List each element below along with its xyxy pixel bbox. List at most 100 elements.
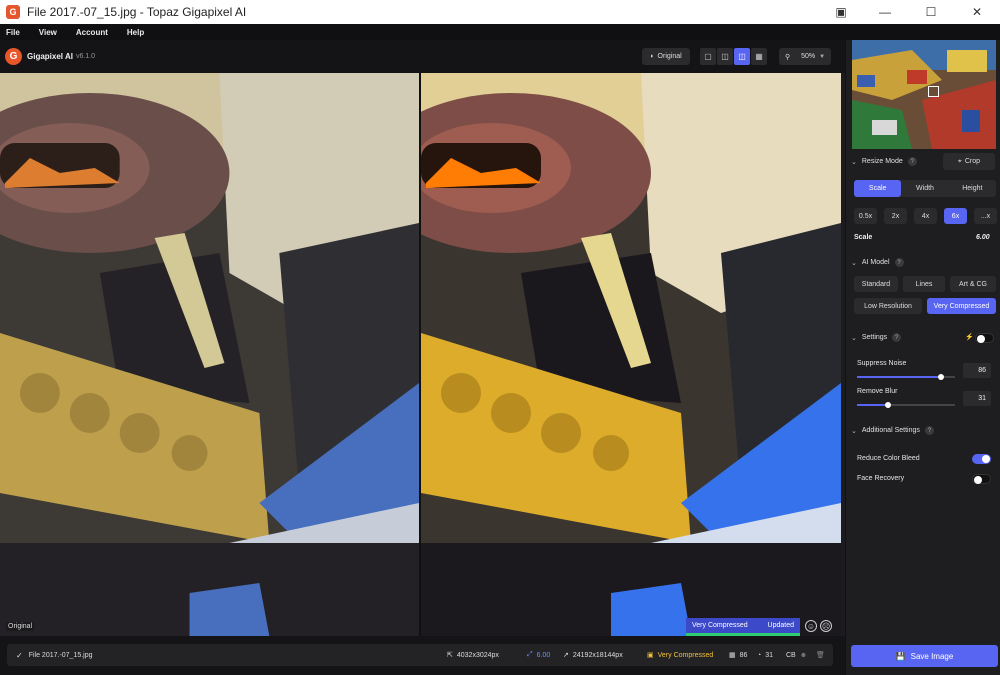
tab-height[interactable]: Height <box>949 180 996 197</box>
help-icon[interactable]: ? <box>924 426 934 435</box>
cb-badge: CB <box>786 651 796 659</box>
original-toggle-button[interactable]: ◐ Original <box>642 48 690 65</box>
suppress-noise-fill <box>857 376 942 378</box>
settings-auto-toggle[interactable] <box>975 333 994 343</box>
view-mode-group: ▢ ◫ ◫ ▦ <box>700 48 767 65</box>
blur-group: ◔ 31 <box>757 644 773 666</box>
menu-bar: File View Account Help <box>0 24 1000 40</box>
suppress-noise-label: Suppress Noise <box>857 360 907 367</box>
settings-sidebar: ⌄ Resize Mode ? ⌖ Crop Scale Width Heigh… <box>845 40 1000 675</box>
menu-help[interactable]: Help <box>127 28 144 37</box>
scale-chip-custom[interactable]: ...x <box>974 208 997 224</box>
suppress-noise-handle[interactable] <box>938 374 944 380</box>
tab-width[interactable]: Width <box>901 180 948 197</box>
menu-account[interactable]: Account <box>76 28 108 37</box>
status-model: Very Compressed <box>692 622 748 629</box>
file-queue-row[interactable]: ✓ File 2017.-07_15.jpg ⇱ 4032x3024px ⤢ 6… <box>7 644 833 666</box>
settings-header[interactable]: ⌄ Settings ? <box>851 333 902 342</box>
reduce-color-bleed-toggle[interactable] <box>972 454 991 464</box>
scale-chip-6x[interactable]: 6x <box>944 208 967 224</box>
scale-chip-4x[interactable]: 4x <box>914 208 937 224</box>
ai-model-header[interactable]: ⌄ AI Model ? <box>851 258 904 267</box>
help-icon[interactable]: ? <box>894 258 904 267</box>
zoom-dropdown[interactable]: ⚲ 50% ▼ <box>779 48 831 65</box>
trash-icon[interactable]: 🗑 <box>816 651 825 659</box>
input-size: 4032x3024px <box>456 651 499 659</box>
crop-button[interactable]: ⌖ Crop <box>943 153 995 170</box>
menu-file[interactable]: File <box>6 28 20 37</box>
additional-settings-title: Additional Settings <box>861 427 920 434</box>
compact-mode-icon[interactable]: ▣ <box>826 0 856 24</box>
help-icon[interactable]: ? <box>907 157 917 166</box>
maximize-button[interactable]: ☐ <box>908 0 954 24</box>
original-image-pane[interactable]: Original <box>0 73 419 636</box>
chevron-down-icon: ▼ <box>819 53 826 60</box>
model-lines-button[interactable]: Lines <box>903 276 945 292</box>
help-icon[interactable]: ? <box>892 333 902 342</box>
scale-label: Scale <box>854 234 873 241</box>
resolution-icon: ⇱ <box>447 652 453 659</box>
remove-blur-slider[interactable] <box>857 402 955 408</box>
blur-icon: ◔ <box>757 651 762 659</box>
close-button[interactable]: ✕ <box>954 0 1000 24</box>
app-version: v6.1.0 <box>75 53 96 60</box>
side-by-side-view-icon[interactable]: ◫ <box>734 48 750 65</box>
remove-blur-fill <box>857 404 888 406</box>
resize-mode-tabs: Scale Width Height <box>854 180 996 197</box>
checkmark-icon[interactable]: ✓ <box>16 651 23 660</box>
face-recovery-toggle[interactable] <box>972 474 991 484</box>
resize-mode-header[interactable]: ⌄ Resize Mode ? <box>851 157 917 166</box>
menu-view[interactable]: View <box>39 28 57 37</box>
chevron-down-icon: ⌄ <box>851 259 857 267</box>
output-size-icon: ↗ <box>563 652 569 659</box>
feedback-group: ☺ ☹ <box>805 620 832 632</box>
navigator-thumbnail[interactable] <box>852 40 996 149</box>
model-art-cg-button[interactable]: Art & CG <box>950 276 996 292</box>
model-low-resolution-button[interactable]: Low Resolution <box>854 298 922 314</box>
save-icon: 💾 <box>895 651 906 661</box>
model-status-strip: Very Compressed Updated <box>686 618 800 636</box>
save-image-label: Save Image <box>910 651 954 661</box>
model-standard-button[interactable]: Standard <box>854 276 898 292</box>
viewport-indicator[interactable] <box>928 86 939 97</box>
scale-value: 6.00 <box>536 651 551 659</box>
remove-blur-input[interactable]: 31 <box>963 391 991 406</box>
settings-title: Settings <box>861 334 888 341</box>
noise-icon: ▦ <box>729 652 736 659</box>
scale-group: ⤢ 6.00 <box>527 644 550 666</box>
title-bar: G File 2017.-07_15.jpg - Topaz Gigapixel… <box>0 0 1000 24</box>
minimize-button[interactable]: — <box>862 0 908 24</box>
suppress-noise-slider[interactable] <box>857 374 955 380</box>
split-view-icon[interactable]: ◫ <box>717 48 733 65</box>
remove-blur-label: Remove Blur <box>857 388 898 395</box>
model-name: Very Compressed <box>657 651 714 659</box>
chevron-down-icon: ⌄ <box>851 158 857 166</box>
image-viewer[interactable]: Original Very Compressed Updated ☺ ☹ <box>0 73 841 636</box>
grid-view-icon[interactable]: ▦ <box>751 48 767 65</box>
window-controls: ▣ — ☐ ✕ <box>826 0 1000 24</box>
remove-blur-handle[interactable] <box>885 402 891 408</box>
save-image-button[interactable]: 💾 Save Image <box>851 645 998 667</box>
model-very-compressed-button[interactable]: Very Compressed <box>927 298 996 314</box>
original-label: Original <box>6 622 35 631</box>
scale-value-input[interactable]: 6.00 <box>976 234 990 241</box>
status-state: Updated <box>767 622 794 629</box>
original-photo <box>0 73 419 636</box>
tab-scale[interactable]: Scale <box>854 180 902 197</box>
bottom-bar: ✓ File 2017.-07_15.jpg ⇱ 4032x3024px ⤢ 6… <box>0 636 845 675</box>
auto-icon: ⚡ <box>965 334 974 341</box>
scale-chip-2x[interactable]: 2x <box>884 208 907 224</box>
single-view-icon[interactable]: ▢ <box>700 48 716 65</box>
zoom-icon: ⚲ <box>785 53 791 61</box>
preview-image-pane[interactable] <box>421 73 841 636</box>
crop-label: Crop <box>964 158 981 165</box>
face-recovery-label: Face Recovery <box>857 475 905 482</box>
sad-face-icon[interactable]: ☹ <box>820 620 832 632</box>
scale-chip-0-5x[interactable]: 0.5x <box>854 208 877 224</box>
input-size-group: ⇱ 4032x3024px <box>447 644 499 666</box>
reduce-color-bleed-label: Reduce Color Bleed <box>857 455 920 462</box>
additional-settings-header[interactable]: ⌄ Additional Settings ? <box>851 426 934 435</box>
blur-value: 31 <box>765 651 774 659</box>
suppress-noise-input[interactable]: 86 <box>963 363 991 378</box>
happy-face-icon[interactable]: ☺ <box>805 620 817 632</box>
